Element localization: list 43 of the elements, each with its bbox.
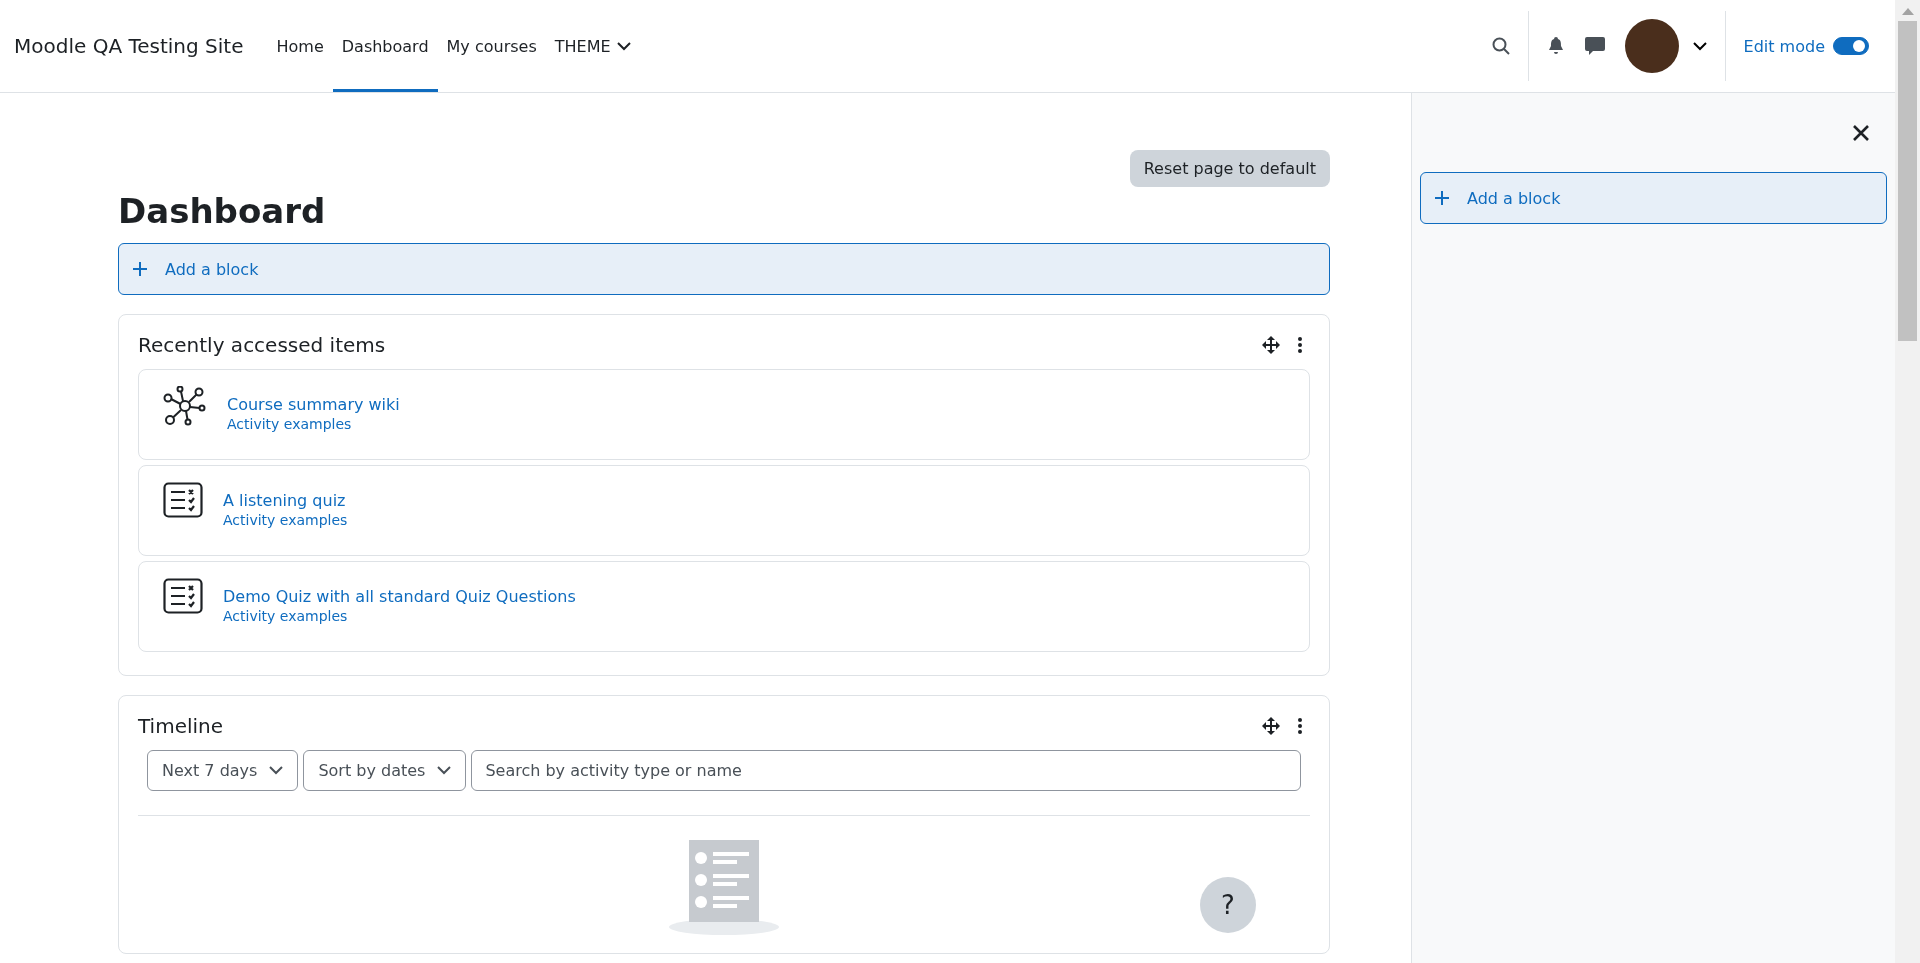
bell-icon [1546, 37, 1565, 55]
empty-list-icon [669, 840, 779, 935]
search-field[interactable]: Search by activity type or name [471, 750, 1301, 791]
nav-dropdown[interactable]: THEME [545, 0, 640, 92]
quiz-icon [163, 578, 203, 614]
plus-icon [1435, 191, 1449, 205]
move-icon[interactable] [1262, 336, 1280, 354]
filter-dropdown[interactable]: Next 7 days [147, 750, 299, 791]
caret-icon [269, 766, 284, 775]
item-link[interactable]: Demo Quiz with all standard Quiz Questions [223, 587, 576, 606]
course-link[interactable]: Activity examples [223, 608, 576, 624]
card-title: Recently accessed items [138, 333, 387, 357]
add-block-button[interactable]: Add a block [118, 243, 1330, 295]
more-options-icon[interactable] [1298, 337, 1302, 353]
network-icon [163, 386, 207, 426]
edit-mode-toggle[interactable] [1833, 37, 1869, 55]
nav-link[interactable]: Home [267, 0, 333, 92]
scrollbar-thumb[interactable] [1898, 21, 1917, 341]
nav-link[interactable]: Dashboard [332, 0, 438, 92]
item-link[interactable]: A listening quiz [223, 491, 348, 510]
caret-icon [616, 41, 631, 51]
course-link[interactable]: Activity examples [223, 512, 348, 528]
reset-page-button[interactable]: Reset page to default [1129, 150, 1330, 187]
edit-mode-label: Edit mode [1743, 36, 1825, 56]
add-block-button[interactable]: Add a block [1420, 172, 1887, 224]
item-link[interactable]: Course summary wiki [227, 395, 400, 414]
card-title: Timeline [138, 714, 225, 738]
nav-link[interactable]: My courses [437, 0, 546, 92]
caret-icon [1692, 41, 1707, 51]
caret-icon [437, 766, 452, 775]
site-name[interactable]: Moodle QA Testing Site [14, 34, 244, 58]
more-options-icon[interactable] [1298, 718, 1302, 734]
quiz-icon [163, 482, 203, 518]
avatar [1624, 19, 1679, 73]
search-icon [1491, 37, 1510, 55]
scrollbar[interactable] [1895, 0, 1920, 963]
chat-icon [1584, 37, 1605, 55]
move-icon[interactable] [1262, 717, 1280, 735]
close-icon [1853, 125, 1869, 141]
course-link[interactable]: Activity examples [227, 416, 400, 432]
page-title: Dashboard [118, 191, 327, 231]
filter-dropdown[interactable]: Sort by dates [303, 750, 467, 791]
plus-icon [133, 262, 147, 276]
